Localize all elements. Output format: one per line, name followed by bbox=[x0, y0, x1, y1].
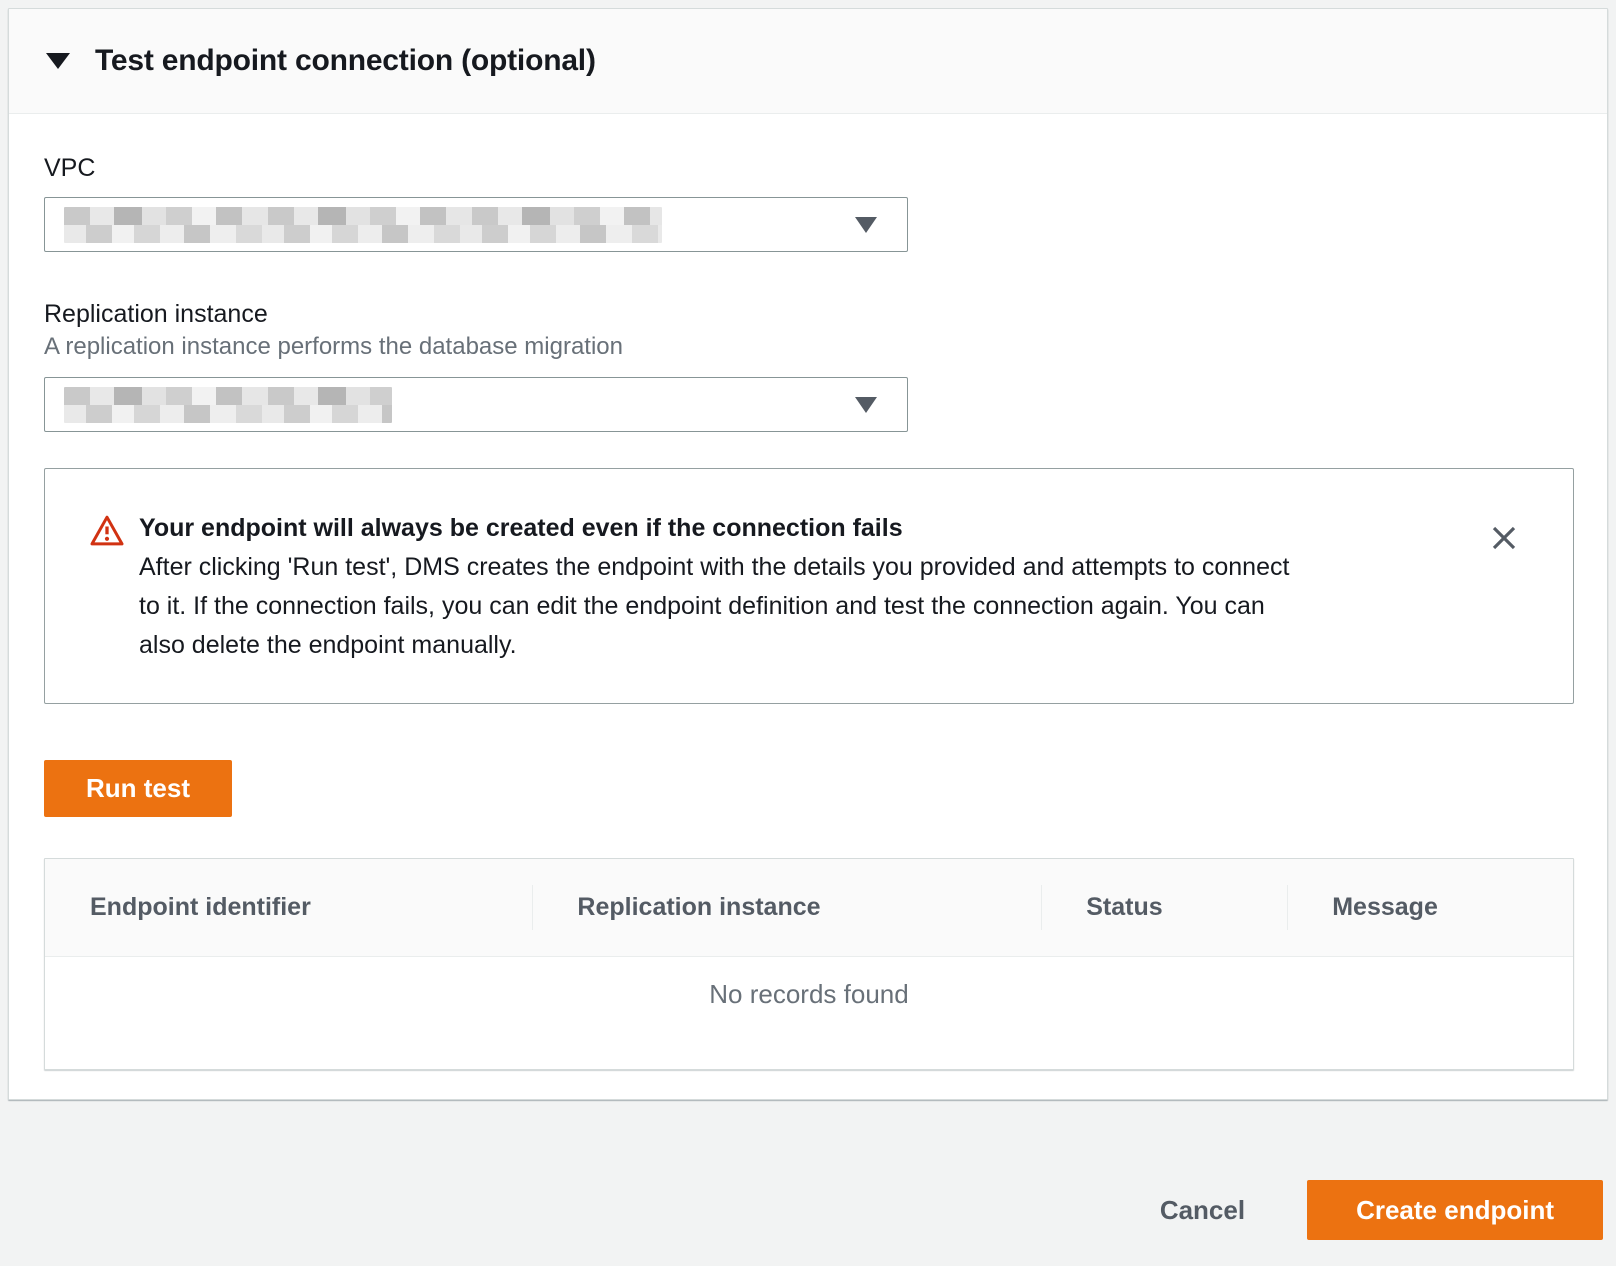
dropdown-arrow-icon bbox=[855, 397, 877, 413]
page-footer: Cancel Create endpoint bbox=[0, 1100, 1616, 1240]
run-test-button[interactable]: Run test bbox=[44, 760, 232, 817]
warning-body-line: also delete the endpoint manually. bbox=[139, 626, 1289, 665]
create-endpoint-button[interactable]: Create endpoint bbox=[1307, 1180, 1603, 1240]
close-icon[interactable] bbox=[1487, 521, 1521, 555]
replication-instance-field: Replication instance A replication insta… bbox=[44, 298, 1572, 432]
table-body: No records found bbox=[45, 957, 1573, 1069]
column-header-status: Status bbox=[1041, 859, 1287, 956]
section-title: Test endpoint connection (optional) bbox=[95, 44, 596, 78]
replication-instance-select[interactable] bbox=[44, 377, 908, 432]
vpc-select[interactable] bbox=[44, 197, 908, 252]
section-header[interactable]: Test endpoint connection (optional) bbox=[9, 9, 1607, 114]
column-header-message: Message bbox=[1287, 859, 1573, 956]
warning-body-line: After clicking 'Run test', DMS creates t… bbox=[139, 548, 1289, 587]
replication-instance-label: Replication instance bbox=[44, 298, 1572, 330]
page: Test endpoint connection (optional) VPC … bbox=[0, 8, 1616, 1240]
vpc-field: VPC bbox=[44, 152, 1572, 252]
collapse-triangle-icon bbox=[46, 53, 70, 69]
cancel-button[interactable]: Cancel bbox=[1160, 1195, 1245, 1226]
vpc-redacted-value bbox=[64, 207, 662, 243]
dropdown-arrow-icon bbox=[855, 217, 877, 233]
warning-title: Your endpoint will always be created eve… bbox=[139, 509, 1289, 548]
column-header-replication-instance: Replication instance bbox=[532, 859, 1041, 956]
replication-instance-redacted-value bbox=[64, 387, 392, 423]
replication-instance-description: A replication instance performs the data… bbox=[44, 330, 1572, 364]
section-body: VPC Replication instance A replication i… bbox=[9, 114, 1607, 1070]
table-header-row: Endpoint identifier Replication instance… bbox=[45, 859, 1573, 957]
empty-table-message: No records found bbox=[709, 979, 908, 1069]
warning-content: Your endpoint will always be created eve… bbox=[139, 509, 1289, 665]
column-header-endpoint-identifier: Endpoint identifier bbox=[45, 859, 532, 956]
warning-body-line: to it. If the connection fails, you can … bbox=[139, 587, 1289, 626]
vpc-label: VPC bbox=[44, 152, 1572, 184]
warning-triangle-icon bbox=[89, 513, 125, 665]
test-endpoint-panel: Test endpoint connection (optional) VPC … bbox=[8, 8, 1608, 1100]
warning-banner: Your endpoint will always be created eve… bbox=[44, 468, 1574, 704]
test-results-table: Endpoint identifier Replication instance… bbox=[44, 858, 1574, 1070]
